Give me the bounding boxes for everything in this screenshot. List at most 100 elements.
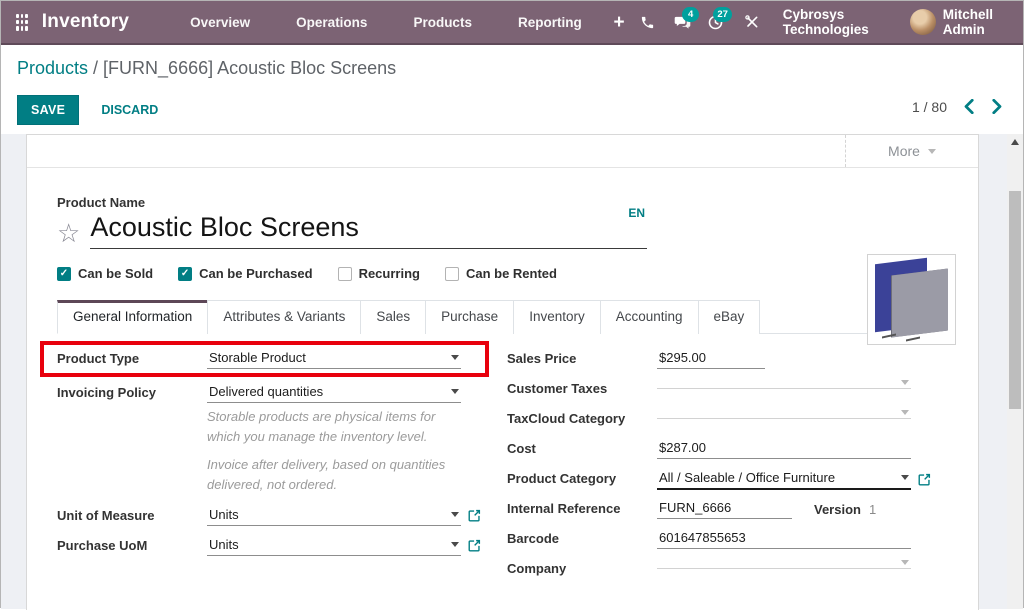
pager-count: 1 / 80 [912,99,947,115]
chevron-right-icon [992,99,1003,114]
apps-grid-icon[interactable] [16,14,28,31]
checkbox-can-be-rented[interactable]: Can be Rented [445,266,557,281]
product-type-select[interactable]: Storable Product [207,349,461,369]
tab-purchase[interactable]: Purchase [425,300,514,334]
company-switcher[interactable]: Cybrosys Technologies [783,7,888,37]
tab-ebay[interactable]: eBay [698,300,761,334]
voip-button[interactable] [638,7,659,37]
external-link-icon[interactable] [468,509,481,522]
chevron-down-icon [451,389,459,394]
save-button[interactable]: SAVE [17,95,79,125]
product-name-label: Product Name [57,195,948,210]
favorite-star-icon[interactable]: ☆ [57,220,80,249]
general-info-left-column: Product Type Storable Product Invoicing … [57,349,487,589]
previous-record-button[interactable] [961,97,976,116]
screen-foot [906,337,920,342]
product-image[interactable] [867,254,956,345]
product-category-select[interactable]: All / Saleable / Office Furniture [657,469,911,490]
customer-taxes-label: Customer Taxes [507,379,657,396]
chevron-down-icon [451,355,459,360]
cost-input[interactable]: $287.00 [657,439,911,459]
product-category-label: Product Category [507,469,657,486]
invoicing-policy-label: Invoicing Policy [57,383,207,400]
company-label: Company [507,559,657,576]
phone-icon [640,15,655,30]
version-value: 1 [869,502,876,517]
invoicing-policy-select[interactable]: Delivered quantities [207,383,461,403]
quick-create-button[interactable]: + [609,7,630,37]
vertical-scrollbar[interactable] [1007,134,1023,609]
app-name[interactable]: Inventory [42,11,129,33]
scroll-up-arrow-icon[interactable] [1011,139,1019,145]
debug-tools-button[interactable] [742,7,763,37]
scrollbar-thumb[interactable] [1009,191,1021,409]
version-label: Version [814,502,861,517]
content-area: More Product Name ☆ Acoustic Bloc Screen… [1,134,1023,609]
external-link-icon[interactable] [918,473,931,486]
chevron-down-icon [901,560,909,565]
purchase-uom-select[interactable]: Units [207,536,461,556]
translate-language-button[interactable]: EN [628,206,645,220]
tools-icon [744,14,760,30]
help-text-invoice: Invoice after delivery, based on quantit… [207,455,469,495]
chevron-down-icon [901,380,909,385]
plus-icon: + [614,13,625,32]
gray-screen-shape [892,269,948,338]
form-sheet: Product Name ☆ Acoustic Bloc Screens EN … [27,195,978,589]
more-dropdown[interactable]: More [845,135,978,167]
chevron-down-icon [901,410,909,415]
messages-button[interactable]: 4 [672,7,693,37]
external-link-icon[interactable] [468,539,481,552]
form-statusbar: More [27,135,978,168]
capability-checkboxes: Can be Sold Can be Purchased Recurring C… [57,266,948,281]
uom-select[interactable]: Units [207,506,461,526]
tab-general-information[interactable]: General Information [57,300,208,334]
chevron-down-icon [928,149,936,154]
company-select[interactable] [657,559,911,569]
cost-label: Cost [507,439,657,456]
pager: 1 / 80 [912,97,1005,116]
checkbox-can-be-purchased[interactable]: Can be Purchased [178,266,312,281]
sales-price-input[interactable]: $295.00 [657,349,765,369]
discard-button[interactable]: DISCARD [93,96,166,124]
chevron-down-icon [901,475,909,480]
control-panel: Products / [FURN_6666] Acoustic Bloc Scr… [1,45,1023,134]
checkbox-icon [338,267,352,281]
product-name-input[interactable]: Acoustic Bloc Screens EN [90,212,647,249]
general-info-right-column: Sales Price $295.00 Customer Taxes [507,349,932,589]
checkbox-icon [178,267,192,281]
checkbox-can-be-sold[interactable]: Can be Sold [57,266,153,281]
tab-sales[interactable]: Sales [360,300,426,334]
barcode-input[interactable]: 601647855653 [657,529,911,549]
nav-item-operations[interactable]: Operations [296,15,367,30]
taxcloud-category-select[interactable] [657,409,911,419]
nav-item-overview[interactable]: Overview [190,15,250,30]
nav-item-products[interactable]: Products [413,15,472,30]
chevron-down-icon [451,542,459,547]
product-type-label: Product Type [57,349,207,366]
customer-taxes-select[interactable] [657,379,911,389]
breadcrumb-products-link[interactable]: Products [17,58,88,78]
user-avatar[interactable] [910,9,936,35]
form-tabs: General Information Attributes & Variant… [57,300,948,334]
more-label: More [888,143,920,159]
tab-attributes-variants[interactable]: Attributes & Variants [207,300,361,334]
internal-reference-input[interactable]: FURN_6666 [657,499,792,519]
tab-inventory[interactable]: Inventory [513,300,601,334]
uom-label: Unit of Measure [57,506,207,523]
barcode-label: Barcode [507,529,657,546]
tab-accounting[interactable]: Accounting [600,300,699,334]
chevron-down-icon [451,512,459,517]
activities-button[interactable]: 27 [705,7,726,37]
next-record-button[interactable] [990,97,1005,116]
checkbox-recurring[interactable]: Recurring [338,266,420,281]
user-menu[interactable]: Mitchell Admin [943,7,1009,37]
internal-reference-label: Internal Reference [507,499,657,516]
checkbox-icon [445,267,459,281]
nav-item-reporting[interactable]: Reporting [518,15,582,30]
product-form-card: More Product Name ☆ Acoustic Bloc Screen… [26,134,979,610]
activities-badge: 27 [713,7,732,22]
breadcrumb-current: / [FURN_6666] Acoustic Bloc Screens [88,58,396,78]
top-navbar: Inventory Overview Operations Products R… [1,1,1023,45]
product-name-value: Acoustic Bloc Screens [90,212,359,242]
